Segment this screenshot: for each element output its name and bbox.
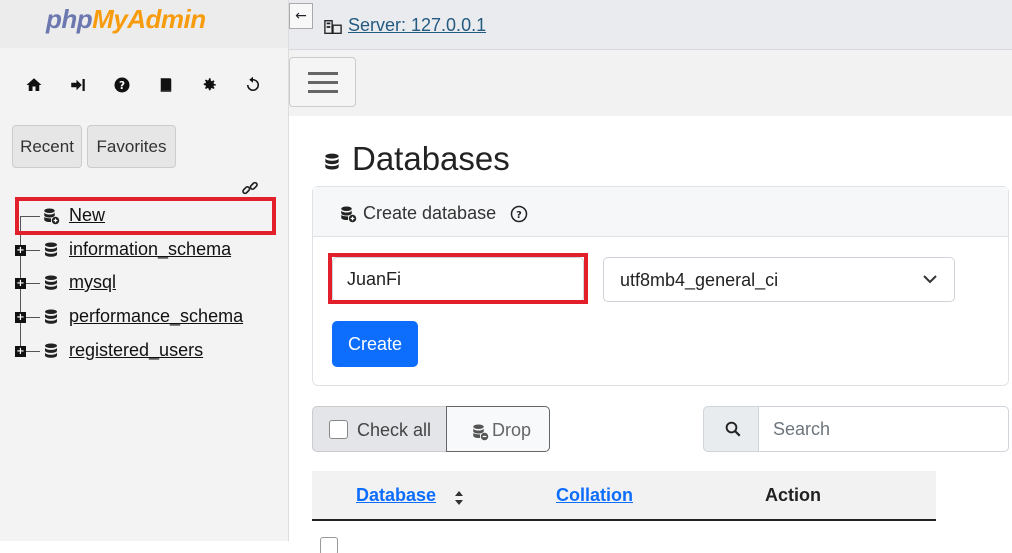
phpmyadmin-logo[interactable]: phpMyAdmin	[46, 4, 206, 35]
page-title-text: Databases	[352, 140, 510, 177]
menu-toggle-button[interactable]	[289, 57, 356, 107]
column-header-action: Action	[765, 485, 821, 505]
new-database-icon	[341, 206, 357, 223]
svg-text:?: ?	[119, 80, 125, 92]
tree-item-database[interactable]: + information_schema	[14, 236, 284, 264]
expand-icon[interactable]: +	[15, 311, 26, 323]
logout-icon[interactable]	[65, 70, 91, 100]
chevron-down-icon	[923, 275, 937, 284]
check-all-label: Check all	[357, 420, 432, 440]
tree-item-label[interactable]: mysql	[69, 272, 116, 293]
drop-label: Drop	[492, 420, 532, 440]
tree-item-database[interactable]: + mysql	[14, 269, 284, 297]
docs-icon[interactable]	[153, 70, 179, 100]
row-checkbox[interactable]	[320, 537, 338, 553]
reload-icon[interactable]	[240, 70, 266, 100]
database-icon	[45, 309, 57, 324]
hamburger-line	[308, 90, 338, 93]
search-icon	[725, 421, 741, 437]
home-icon[interactable]	[21, 70, 47, 100]
collapse-navigation-button[interactable]: ←	[289, 3, 313, 29]
search-addon	[703, 406, 759, 452]
drop-button[interactable]: Drop	[446, 406, 550, 452]
check-all-checkbox[interactable]	[329, 420, 348, 439]
tab-favorites[interactable]: Favorites	[87, 125, 176, 168]
sort-icon[interactable]	[454, 490, 464, 506]
tree-item-database[interactable]: + registered_users	[14, 337, 284, 365]
top-bar: ← Server: 127.0.0.1	[289, 0, 1012, 50]
server-breadcrumb[interactable]: Server: 127.0.0.1	[348, 15, 486, 36]
create-database-header: Create database ?	[313, 187, 1008, 237]
create-button[interactable]: Create	[332, 321, 418, 367]
help-icon[interactable]: ?	[510, 205, 528, 223]
highlight-box-new	[15, 197, 276, 235]
main-menu-bar	[289, 50, 1012, 116]
tree-item-database[interactable]: + performance_schema	[14, 303, 284, 331]
column-header-database[interactable]: Database	[356, 485, 436, 506]
database-icon	[45, 275, 57, 290]
drop-database-icon	[473, 424, 489, 441]
navigation-panel: phpMyAdmin ? Recent Favorites New + info…	[0, 0, 289, 541]
tree-item-label[interactable]: performance_schema	[69, 306, 243, 327]
search-input[interactable]	[758, 406, 1009, 452]
check-all-toggle[interactable]: Check all	[312, 406, 447, 452]
logo-myadmin: MyAdmin	[92, 4, 206, 34]
expand-icon[interactable]: +	[15, 277, 26, 289]
hamburger-line	[308, 72, 338, 75]
tree-item-label[interactable]: registered_users	[69, 340, 203, 361]
bulk-actions-group: Check all Drop	[312, 406, 550, 452]
collation-select[interactable]: utf8mb4_general_ci	[603, 257, 955, 302]
create-database-heading: Create database	[363, 203, 497, 223]
database-search	[703, 406, 1009, 452]
svg-text:?: ?	[516, 210, 522, 221]
column-header-collation[interactable]: Collation	[556, 485, 633, 506]
database-icon	[45, 343, 57, 358]
collation-selected-value: utf8mb4_general_ci	[620, 270, 779, 290]
tree-item-label[interactable]: information_schema	[69, 239, 231, 260]
logo-band: phpMyAdmin	[0, 0, 288, 48]
server-icon	[324, 20, 342, 34]
highlight-box-database-name	[328, 253, 588, 304]
hamburger-line	[308, 81, 338, 84]
expand-icon[interactable]: +	[15, 345, 26, 357]
settings-icon[interactable]	[196, 70, 222, 100]
database-icon	[45, 242, 57, 257]
logo-php: php	[46, 4, 93, 34]
database-icon	[325, 153, 339, 170]
navigation-icon-bar: ?	[0, 70, 288, 102]
link-with-main-panel-icon[interactable]	[240, 178, 260, 198]
tab-recent[interactable]: Recent	[12, 125, 82, 168]
expand-icon[interactable]: +	[15, 244, 26, 256]
help-icon[interactable]: ?	[109, 70, 135, 100]
table-row	[312, 533, 936, 553]
table-header-row: Database Collation Action	[312, 471, 936, 521]
databases-table: Database Collation Action	[312, 471, 936, 553]
